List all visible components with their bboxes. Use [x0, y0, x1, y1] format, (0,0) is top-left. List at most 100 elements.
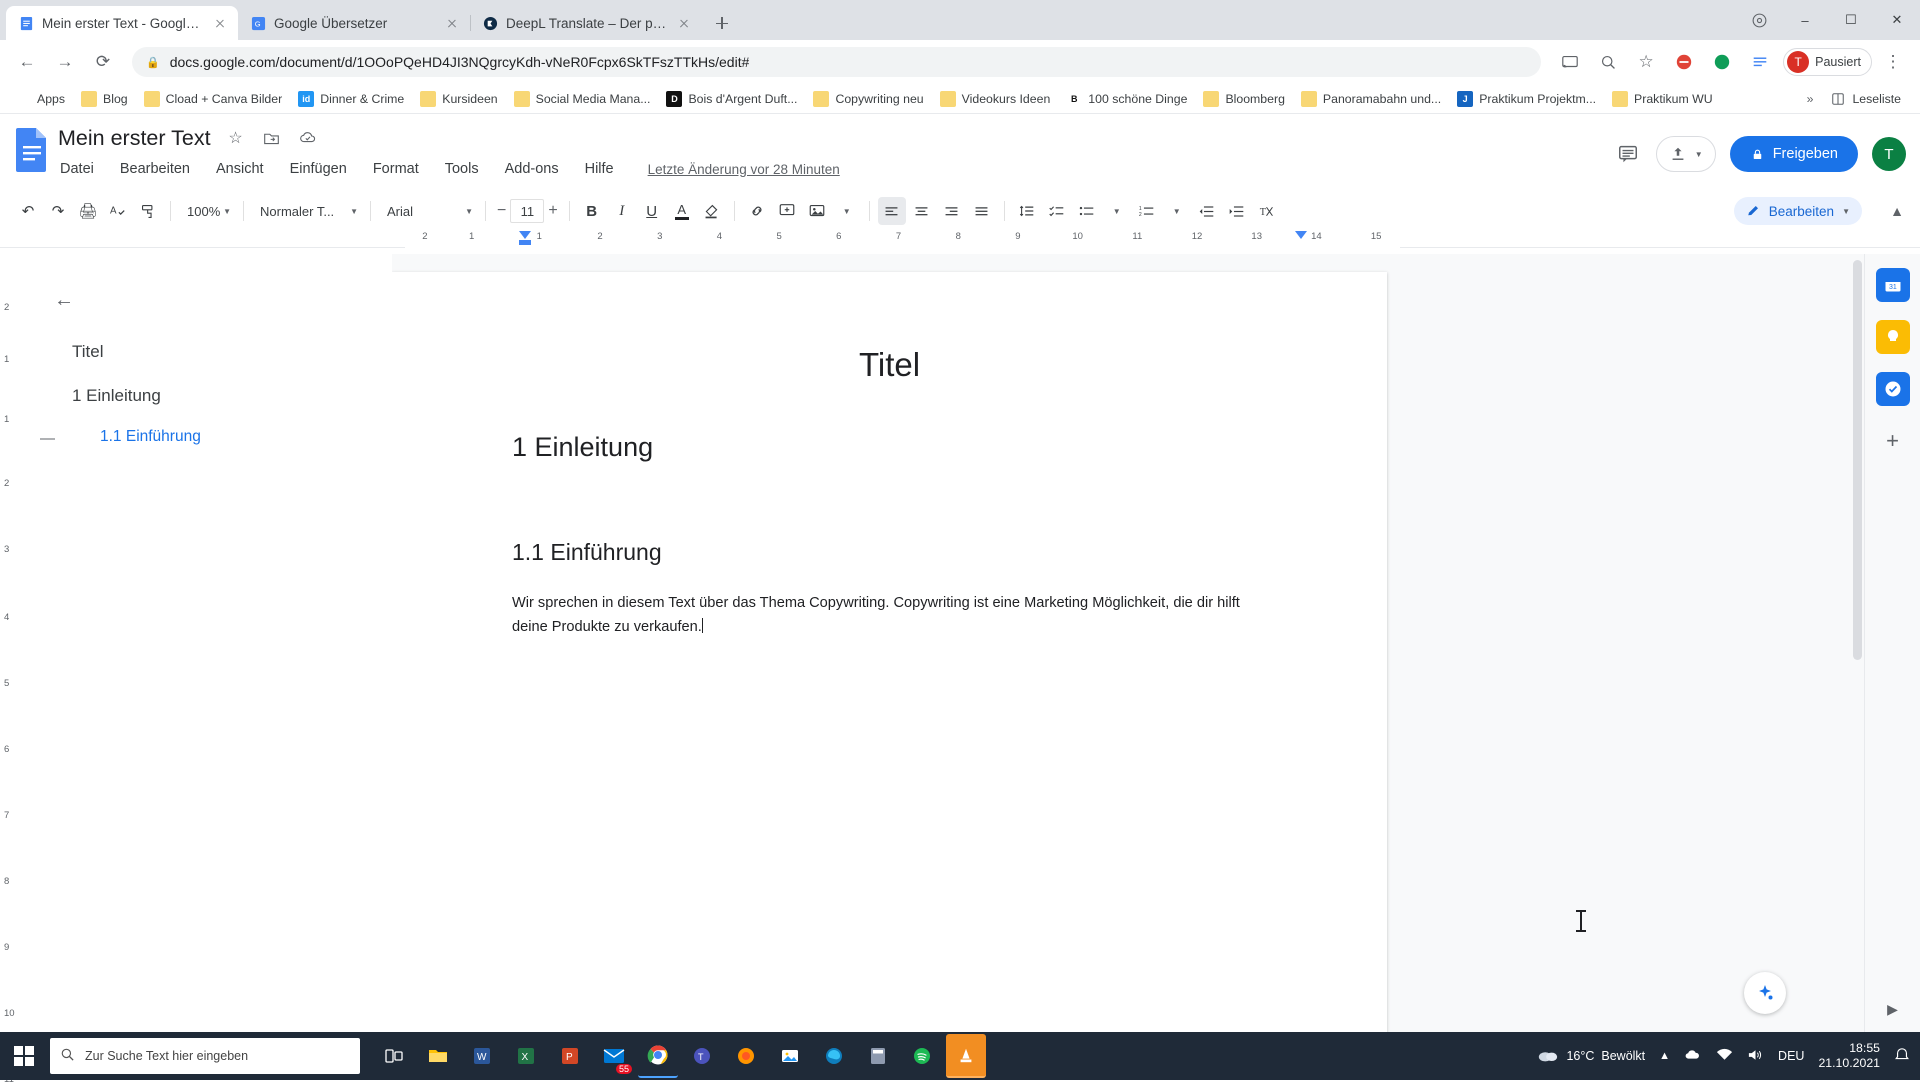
spellcheck-icon[interactable]: A [104, 197, 132, 225]
scrollbar-thumb[interactable] [1853, 260, 1862, 660]
reading-list-button[interactable]: Leseliste [1823, 88, 1908, 110]
first-line-indent-marker[interactable] [519, 240, 531, 245]
horizontal-ruler[interactable]: 2 1 1 2 3 4 5 6 7 8 9 10 11 12 13 14 15 [0, 230, 1920, 248]
align-center-icon[interactable] [908, 197, 936, 225]
taskbar-search-input[interactable]: Zur Suche Text hier eingeben [50, 1038, 360, 1074]
bookmark-apps[interactable]: Apps [8, 88, 72, 110]
close-icon[interactable] [212, 15, 228, 31]
close-icon[interactable] [444, 15, 460, 31]
bookmark-social-media[interactable]: Social Media Mana... [507, 88, 658, 110]
bulleted-list-icon[interactable] [1073, 197, 1101, 225]
grammar-extension-icon[interactable] [1705, 45, 1739, 79]
menu-einfuegen[interactable]: Einfügen [288, 159, 349, 179]
text-color-button[interactable]: A [668, 197, 696, 225]
paragraph-style-select[interactable]: Normaler T... ▼ [252, 197, 362, 225]
font-select[interactable]: Arial ▼ [379, 197, 477, 225]
checklist-icon[interactable] [1043, 197, 1071, 225]
font-size-stepper[interactable]: − 11 + [494, 197, 561, 225]
right-indent-marker[interactable] [1295, 231, 1307, 239]
comment-history-icon[interactable] [1614, 140, 1642, 168]
menu-addons[interactable]: Add-ons [503, 159, 561, 179]
bookmarks-overflow-button[interactable]: » [1807, 92, 1814, 106]
undo-icon[interactable]: ↶ [14, 197, 42, 225]
browser-tab-1[interactable]: G Google Übersetzer [238, 6, 470, 40]
move-to-folder-icon[interactable] [261, 127, 283, 149]
align-left-icon[interactable] [878, 197, 906, 225]
list-extension-icon[interactable] [1743, 45, 1777, 79]
line-spacing-icon[interactable] [1013, 197, 1041, 225]
bookmark-copywriting[interactable]: Copywriting neu [806, 88, 930, 110]
edit-mode-button[interactable]: Bearbeiten ▼ [1734, 197, 1862, 225]
chrome-icon[interactable] [638, 1034, 678, 1078]
add-ons-plus-icon[interactable]: + [1876, 424, 1910, 458]
task-view-icon[interactable] [374, 1034, 414, 1078]
doc-paragraph[interactable]: Wir sprechen in diesem Text über das The… [512, 592, 1267, 639]
chevron-up-icon[interactable]: ▲ [1659, 1050, 1670, 1062]
add-comment-icon[interactable] [773, 197, 801, 225]
decrease-indent-icon[interactable] [1193, 197, 1221, 225]
print-icon[interactable]: 🖨 [74, 197, 102, 225]
address-bar[interactable]: 🔒 docs.google.com/document/d/1OOoPQeHD4J… [132, 47, 1541, 77]
italic-button[interactable]: I [608, 197, 636, 225]
calendar-icon[interactable]: 31 [1876, 268, 1910, 302]
bookmark-dinner-crime[interactable]: idDinner & Crime [291, 88, 411, 110]
onedrive-icon[interactable] [1684, 1048, 1702, 1065]
word-icon[interactable]: W [462, 1034, 502, 1078]
back-button[interactable]: ← [10, 45, 44, 79]
bookmark-blog[interactable]: Blog [74, 88, 135, 110]
cast-icon[interactable] [1553, 45, 1587, 79]
forward-button[interactable]: → [48, 45, 82, 79]
menu-hilfe[interactable]: Hilfe [583, 159, 616, 179]
reload-button[interactable]: ⟳ [86, 45, 120, 79]
underline-button[interactable]: U [638, 197, 666, 225]
file-explorer-icon[interactable] [418, 1034, 458, 1078]
vlc-icon[interactable] [946, 1034, 986, 1078]
star-icon[interactable]: ☆ [1629, 45, 1663, 79]
increase-indent-icon[interactable] [1223, 197, 1251, 225]
menu-format[interactable]: Format [371, 159, 421, 179]
notifications-icon[interactable] [1894, 1047, 1910, 1066]
document-page[interactable]: Titel 1 Einleitung 1.1 Einführung Wir sp… [392, 272, 1387, 1032]
bookmark-bloomberg[interactable]: Bloomberg [1196, 88, 1291, 110]
paint-format-icon[interactable] [134, 197, 162, 225]
redo-icon[interactable]: ↷ [44, 197, 72, 225]
vertical-scrollbar[interactable] [1851, 254, 1864, 1032]
last-edit-label[interactable]: Letzte Änderung vor 28 Minuten [648, 162, 840, 177]
bookmark-videokurs[interactable]: Videokurs Ideen [933, 88, 1058, 110]
teams-icon[interactable]: T [682, 1034, 722, 1078]
image-options-caret[interactable]: ▼ [833, 197, 861, 225]
share-button[interactable]: Freigeben [1730, 136, 1858, 172]
profile-button[interactable]: T Pausiert [1783, 48, 1872, 76]
network-icon[interactable] [1716, 1048, 1733, 1065]
outline-item-titel[interactable]: Titel [22, 334, 392, 370]
keep-icon[interactable] [1876, 320, 1910, 354]
google-docs-icon[interactable] [12, 122, 52, 174]
align-right-icon[interactable] [938, 197, 966, 225]
edge-icon[interactable] [814, 1034, 854, 1078]
zoom-icon[interactable] [1591, 45, 1625, 79]
left-indent-marker[interactable] [519, 231, 531, 239]
highlight-icon[interactable] [698, 197, 726, 225]
bulleted-list-caret[interactable]: ▼ [1103, 197, 1131, 225]
document-canvas[interactable]: Titel 1 Einleitung 1.1 Einführung Wir sp… [392, 254, 1864, 1032]
zoom-select[interactable]: 100% ▼ [179, 197, 235, 225]
account-avatar[interactable]: T [1872, 137, 1906, 171]
volume-icon[interactable] [1747, 1048, 1764, 1065]
decrease-font-size-button[interactable]: − [497, 202, 506, 220]
tasks-icon[interactable] [1876, 372, 1910, 406]
bookmark-panoramabahn[interactable]: Panoramabahn und... [1294, 88, 1448, 110]
chevron-up-icon[interactable]: ▲ [1890, 203, 1904, 219]
weather-widget[interactable]: 16°C Bewölkt [1537, 1047, 1645, 1066]
chevron-right-icon[interactable]: ▶ [1887, 1001, 1898, 1018]
bookmark-kursideen[interactable]: Kursideen [413, 88, 504, 110]
star-icon[interactable]: ☆ [225, 127, 247, 149]
outline-item-einleitung[interactable]: 1 Einleitung [22, 378, 392, 414]
clear-formatting-icon[interactable]: T [1253, 197, 1281, 225]
calculator-icon[interactable] [858, 1034, 898, 1078]
page-title[interactable]: Mein erster Text [58, 126, 211, 151]
firefox-icon[interactable] [726, 1034, 766, 1078]
doc-heading-1[interactable]: 1 Einleitung [512, 432, 1267, 463]
numbered-list-icon[interactable]: 12 [1133, 197, 1161, 225]
close-icon[interactable] [676, 15, 692, 31]
menu-tools[interactable]: Tools [443, 159, 481, 179]
